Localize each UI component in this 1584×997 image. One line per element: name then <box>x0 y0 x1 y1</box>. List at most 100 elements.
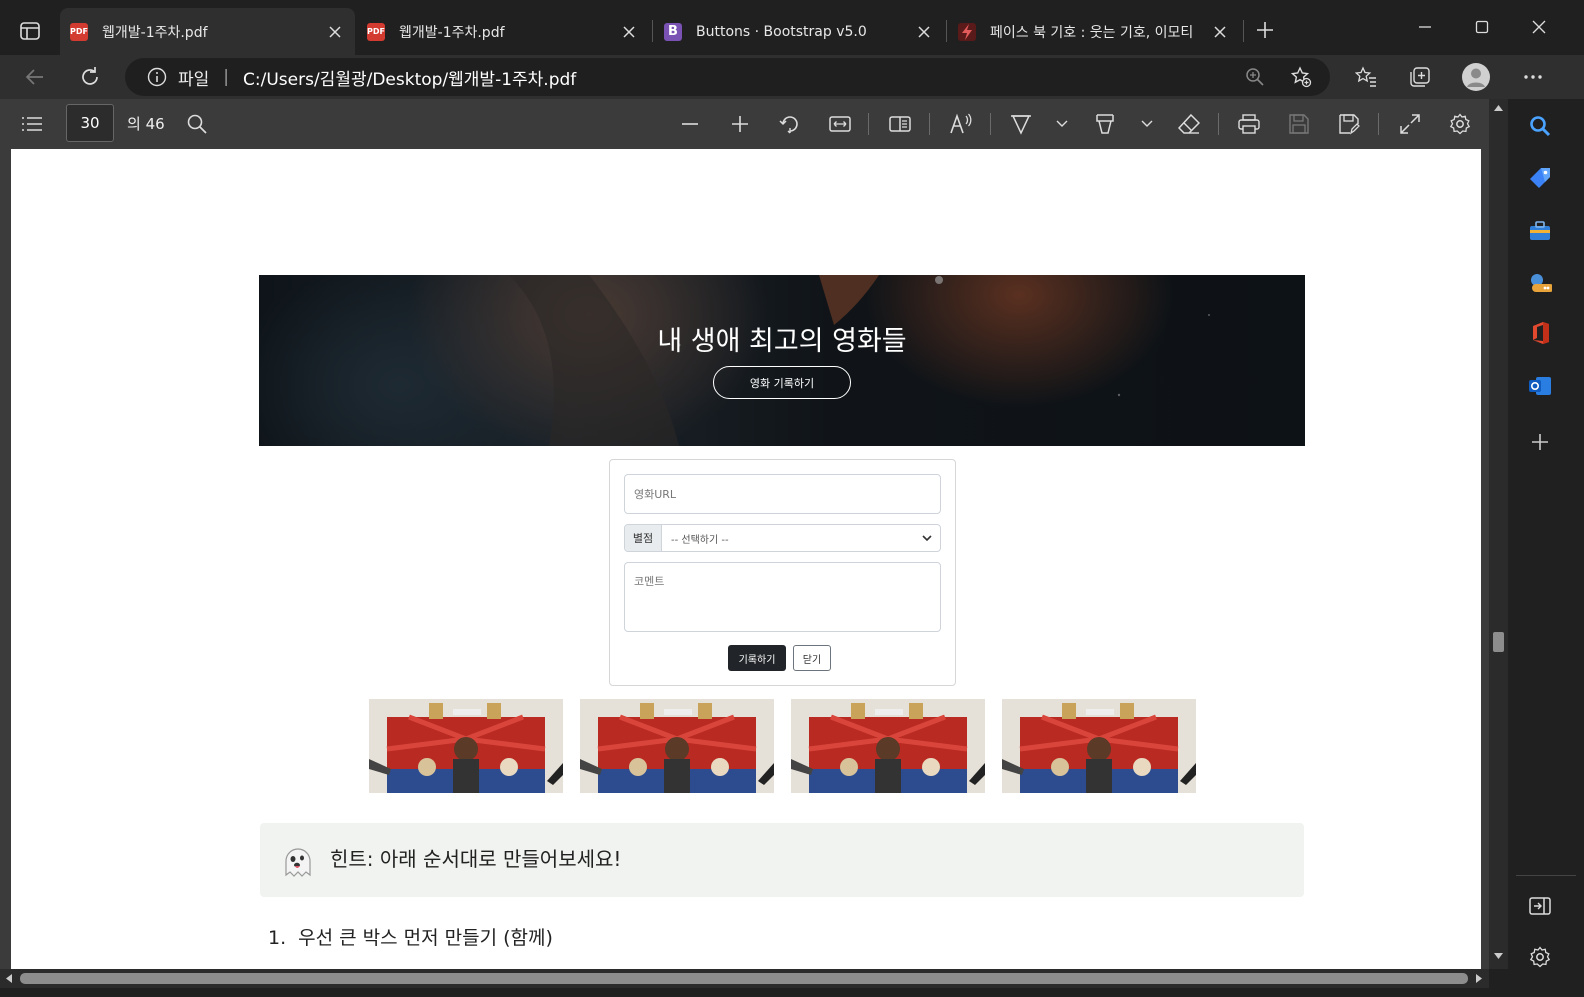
minimize-icon[interactable] <box>1410 12 1440 42</box>
save-icon[interactable] <box>1286 111 1312 137</box>
vertical-scrollbar[interactable] <box>1489 99 1508 969</box>
movie-form-card: 영화URL 별점 -- 선택하기 -- 코멘트 기록하기 닫기 <box>609 459 956 686</box>
toolbar-separator <box>868 113 869 135</box>
url-text[interactable]: C:/Users/김월광/Desktop/웹개발-1주차.pdf <box>243 65 576 90</box>
page-view-icon[interactable] <box>887 111 913 137</box>
shopping-tag-icon[interactable] <box>1527 165 1553 191</box>
save-as-icon[interactable] <box>1336 111 1362 137</box>
chevron-down-icon[interactable] <box>1052 111 1072 137</box>
close-tab-icon[interactable] <box>1206 18 1234 46</box>
collections-icon[interactable] <box>1404 61 1436 93</box>
zoom-in-icon[interactable] <box>727 111 753 137</box>
scheme-label: 파일 <box>178 69 210 90</box>
vertical-scroll-thumb[interactable] <box>1493 632 1504 652</box>
zoom-icon[interactable] <box>1242 64 1268 90</box>
rotate-icon[interactable] <box>777 111 803 137</box>
scroll-down-icon[interactable] <box>1493 951 1504 961</box>
submit-record-button[interactable]: 기록하기 <box>728 645 786 671</box>
page-total: 의 46 <box>127 115 165 133</box>
settings-icon[interactable] <box>1447 111 1473 137</box>
step-text: 우선 큰 박스 먼저 만들기 (함께) <box>298 927 553 949</box>
hint-callout: 힌트: 아래 순서대로 만들어보세요! <box>260 823 1304 897</box>
navigation-bar: 파일 | C:/Users/김월광/Desktop/웹개발-1주차.pdf <box>0 55 1584 99</box>
refresh-icon[interactable] <box>74 61 106 93</box>
address-separator: | <box>223 67 230 87</box>
toolbar-separator <box>1378 113 1379 135</box>
horizontal-scrollbar[interactable] <box>0 969 1489 988</box>
pdf-page: 내 생애 최고의 영화들 영화 기록하기 영화URL 별점 -- 선택하기 --… <box>11 149 1481 969</box>
page-number-input[interactable]: 30 <box>66 104 114 142</box>
search-icon[interactable] <box>184 111 210 137</box>
add-favorite-icon[interactable] <box>1288 64 1314 90</box>
new-tab-icon[interactable] <box>1252 17 1278 43</box>
favorites-icon[interactable] <box>1350 61 1382 93</box>
toolbar-separator <box>1218 113 1219 135</box>
outlook-icon[interactable] <box>1527 373 1553 399</box>
games-icon[interactable] <box>1527 270 1553 296</box>
movie-poster-image <box>580 699 774 793</box>
info-icon[interactable] <box>146 66 168 88</box>
print-icon[interactable] <box>1236 111 1262 137</box>
tab-pdf-2[interactable]: PDF 웹개발-1주차.pdf <box>357 8 649 55</box>
more-options-icon[interactable] <box>1517 61 1549 93</box>
hide-sidebar-icon[interactable] <box>1527 893 1553 919</box>
maximize-icon[interactable] <box>1467 12 1497 42</box>
back-icon[interactable] <box>19 61 51 93</box>
rating-select[interactable]: -- 선택하기 -- <box>662 525 940 551</box>
record-movie-button[interactable]: 영화 기록하기 <box>713 366 851 399</box>
close-tab-icon[interactable] <box>910 18 938 46</box>
tab-separator <box>1243 20 1244 42</box>
tools-icon[interactable] <box>1527 218 1553 244</box>
zoom-out-icon[interactable] <box>677 111 703 137</box>
add-app-icon[interactable] <box>1527 429 1553 455</box>
comment-textarea[interactable]: 코멘트 <box>624 562 941 632</box>
tab-separator <box>946 20 947 42</box>
movie-poster-image <box>791 699 985 793</box>
movie-url-input[interactable]: 영화URL <box>624 474 941 514</box>
hero-banner: 내 생애 최고의 영화들 영화 기록하기 <box>259 275 1305 446</box>
office-icon[interactable] <box>1527 320 1553 346</box>
toolbar-separator <box>929 113 930 135</box>
read-aloud-icon[interactable] <box>948 111 974 137</box>
rating-selected-value: -- 선택하기 -- <box>671 534 729 546</box>
ghost-icon <box>280 843 316 879</box>
sidebar-divider <box>1516 875 1576 876</box>
tab-bootstrap[interactable]: B Buttons · Bootstrap v5.0 <box>654 8 944 55</box>
horizontal-scroll-thumb[interactable] <box>20 973 1468 984</box>
address-bar[interactable]: 파일 | C:/Users/김월광/Desktop/웹개발-1주차.pdf <box>125 58 1330 96</box>
scroll-right-icon[interactable] <box>1474 973 1484 984</box>
fullscreen-icon[interactable] <box>1397 111 1423 137</box>
hero-title: 내 생애 최고의 영화들 <box>657 326 907 357</box>
sidebar-settings-icon[interactable] <box>1527 944 1553 970</box>
rating-label: 별점 <box>625 525 662 551</box>
tab-actions-icon[interactable] <box>17 18 43 44</box>
fit-width-icon[interactable] <box>827 111 853 137</box>
rating-select-group: 별점 -- 선택하기 -- <box>624 524 941 552</box>
tab-title: 웹개발-1주차.pdf <box>102 24 208 41</box>
tab-title: 페이스 북 기호 : 웃는 기호, 이모티 <box>990 24 1194 41</box>
close-window-icon[interactable] <box>1524 12 1554 42</box>
scroll-left-icon[interactable] <box>4 973 14 984</box>
profile-avatar-icon[interactable] <box>1460 61 1492 93</box>
tab-separator <box>652 20 653 42</box>
highlight-icon[interactable] <box>1092 111 1118 137</box>
chevron-down-icon[interactable] <box>1137 111 1157 137</box>
tab-title: 웹개발-1주차.pdf <box>399 24 505 41</box>
document-viewport[interactable]: 내 생애 최고의 영화들 영화 기록하기 영화URL 별점 -- 선택하기 --… <box>0 149 1489 969</box>
tab-pdf-1[interactable]: PDF 웹개발-1주차.pdf <box>60 8 355 55</box>
search-icon[interactable] <box>1527 113 1553 139</box>
eraser-icon[interactable] <box>1176 111 1202 137</box>
table-of-contents-icon[interactable] <box>19 111 45 137</box>
bootstrap-icon: B <box>664 22 682 41</box>
pdf-toolbar: 30 의 46 <box>0 99 1489 149</box>
scroll-up-icon[interactable] <box>1493 103 1504 113</box>
draw-icon[interactable] <box>1008 111 1034 137</box>
step-number: 1. <box>268 927 287 949</box>
tab-strip: PDF 웹개발-1주차.pdf PDF 웹개발-1주차.pdf B Button… <box>0 0 1584 55</box>
step-item: 1. 우선 큰 박스 먼저 만들기 (함께) <box>268 923 553 950</box>
tab-title: Buttons · Bootstrap v5.0 <box>696 23 867 40</box>
close-tab-icon[interactable] <box>321 18 349 46</box>
close-form-button[interactable]: 닫기 <box>793 645 831 671</box>
close-tab-icon[interactable] <box>615 18 643 46</box>
tab-facebook-symbols[interactable]: 페이스 북 기호 : 웃는 기호, 이모티 <box>948 8 1240 55</box>
